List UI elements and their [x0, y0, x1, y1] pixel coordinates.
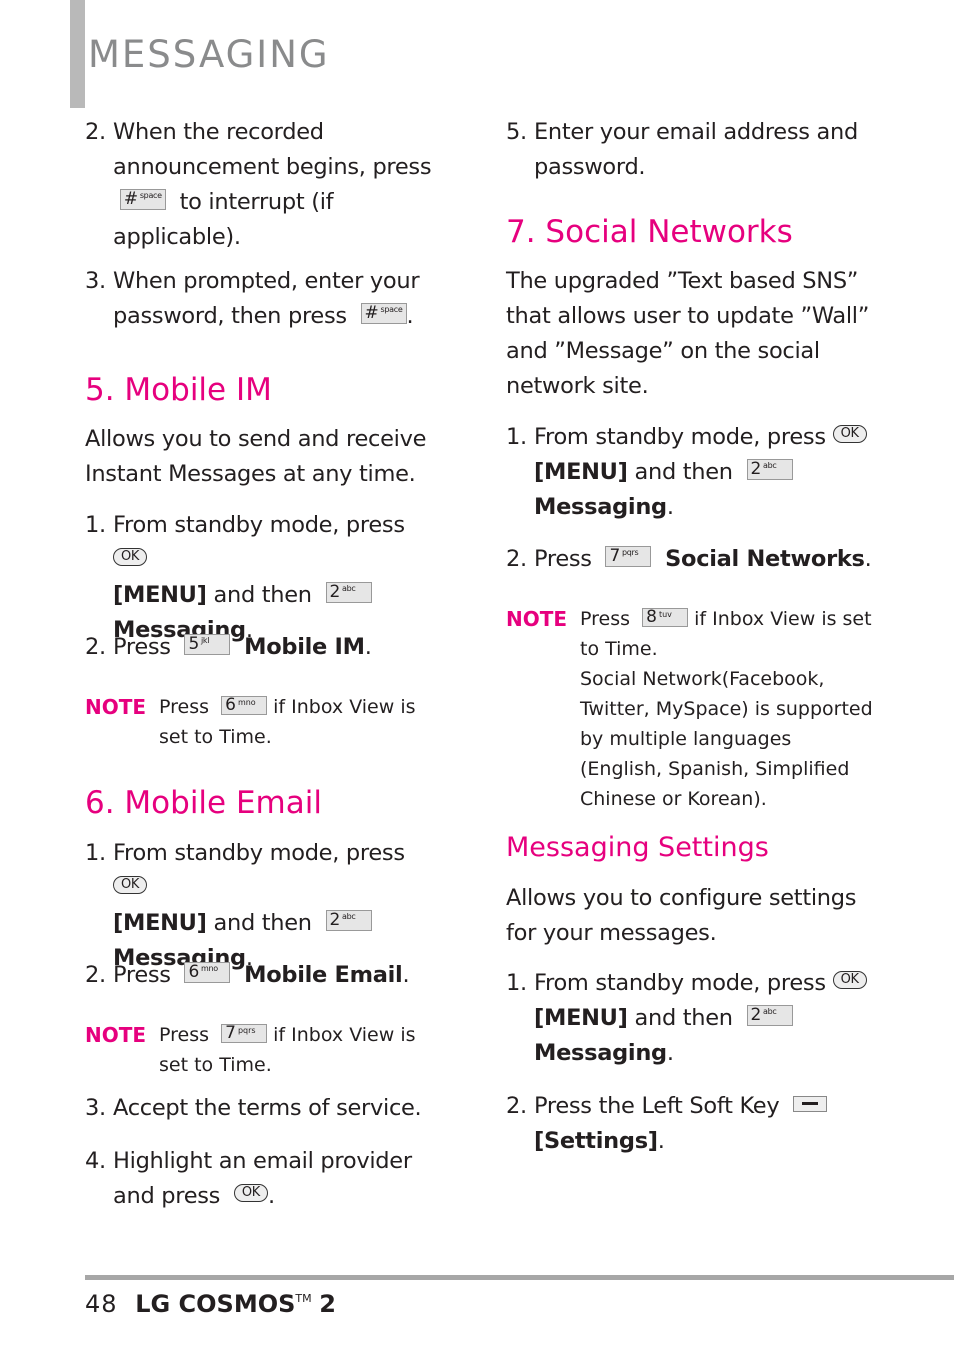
- trademark: TM: [295, 1292, 312, 1305]
- mobile-email-step-1: 1. From standby mode, press OK [MENU] an…: [85, 836, 445, 976]
- step-text: .: [406, 303, 414, 329]
- key-8-tuv-icon: 8 tuv: [642, 608, 689, 627]
- menu-label: [MENU]: [113, 910, 207, 936]
- note-text: Press: [580, 608, 631, 630]
- ok-key-icon: OK: [832, 970, 867, 989]
- model-number: 2: [319, 1290, 336, 1318]
- step-text: Enter your email address and password.: [534, 119, 858, 180]
- section-heading-social-networks: 7. Social Networks: [506, 214, 793, 250]
- key-6-mno-icon: 6 mno: [221, 696, 268, 715]
- step-text: Press: [113, 962, 171, 988]
- social-note: NOTE Press 8 tuv if Inbox View is set to …: [506, 604, 876, 814]
- note-text: Press: [159, 1024, 210, 1046]
- key-2-abc-icon: 2 abc: [325, 910, 372, 931]
- menu-label: [MENU]: [113, 582, 207, 608]
- key-5-jkl-icon: 5 jkl: [184, 634, 231, 655]
- page-title: MESSAGING: [88, 33, 330, 76]
- social-step-1: 1. From standby mode, press OK [MENU] an…: [506, 420, 876, 525]
- menu-target: Messaging: [534, 1040, 667, 1066]
- ok-key-icon: OK: [233, 1183, 268, 1202]
- step-text: From standby mode, press: [113, 512, 405, 538]
- step-text: and then: [634, 459, 734, 485]
- pound-key-icon: # space: [119, 189, 166, 210]
- pound-key-icon: # space: [360, 303, 407, 324]
- step-2-recorded-announcement: 2. When the recorded announcement begins…: [85, 115, 445, 255]
- menu-label: [MENU]: [534, 459, 628, 485]
- left-soft-key-icon: [793, 1095, 828, 1112]
- section-intro: Allows you to send and receive Instant M…: [85, 426, 427, 487]
- section-heading-mobile-im: 5. Mobile IM: [85, 372, 272, 408]
- step-text: Accept the terms of service.: [113, 1095, 422, 1121]
- section-heading-mobile-email: 6. Mobile Email: [85, 785, 322, 821]
- ok-key-icon: OK: [113, 547, 148, 566]
- step-number: 2.: [85, 962, 106, 988]
- step-number: 2.: [85, 634, 106, 660]
- mobile-im-step-1: 1. From standby mode, press OK [MENU] an…: [85, 508, 445, 648]
- social-step-2: 2. Press 7 pqrs Social Networks.: [506, 542, 876, 577]
- step-text: When the recorded announcement begins, p…: [113, 119, 432, 180]
- step-number: 5.: [506, 119, 527, 145]
- step-text: Press the Left Soft Key: [534, 1093, 780, 1119]
- settings-step-1: 1. From standby mode, press OK [MENU] an…: [506, 966, 876, 1071]
- note-target: Time: [605, 638, 652, 660]
- page-number: 48: [85, 1290, 118, 1318]
- mobile-im-note: NOTE Press 6 mno if Inbox View is set to …: [85, 692, 445, 752]
- section-intro: The upgraded ”Text based SNS” that allow…: [506, 268, 870, 399]
- key-2-abc-icon: 2 abc: [325, 582, 372, 603]
- note-text: Press: [159, 696, 210, 718]
- note-label: NOTE: [85, 695, 147, 719]
- menu-target: Social Networks: [665, 546, 865, 572]
- note-target: Time: [219, 1054, 266, 1076]
- section-heading-messaging-settings: Messaging Settings: [506, 832, 769, 863]
- step-number: 3.: [85, 268, 106, 294]
- step-text: and then: [634, 1005, 734, 1031]
- mobile-email-note: NOTE Press 7 pqrs if Inbox View is set to…: [85, 1020, 445, 1080]
- step-text: and then: [213, 910, 313, 936]
- note-target: Time: [219, 726, 266, 748]
- step-text: Press: [534, 546, 592, 572]
- mobile-email-step-4: 4. Highlight an email provider and press…: [85, 1144, 445, 1214]
- key-2-abc-icon: 2 abc: [746, 459, 793, 480]
- section-intro: Allows you to configure settings for you…: [506, 885, 857, 946]
- key-7-pqrs-icon: 7 pqrs: [221, 1024, 268, 1043]
- key-6-mno-icon: 6 mno: [184, 962, 231, 983]
- note-text: Social Network(Facebook, Twitter, MySpac…: [580, 668, 873, 810]
- step-number: 1.: [506, 970, 527, 996]
- note-label: NOTE: [85, 1023, 147, 1047]
- step-number: 1.: [85, 840, 106, 866]
- step-number: 2.: [506, 1093, 527, 1119]
- step-text: Press: [113, 634, 171, 660]
- step-number: 3.: [85, 1095, 106, 1121]
- step-number: 2.: [85, 119, 106, 145]
- step-3-enter-password: 3. When prompted, enter your password, t…: [85, 264, 445, 334]
- ok-key-icon: OK: [113, 875, 148, 894]
- ok-key-icon: OK: [832, 424, 867, 443]
- step-text: From standby mode, press: [534, 970, 826, 996]
- menu-label: [MENU]: [534, 1005, 628, 1031]
- key-7-pqrs-icon: 7 pqrs: [605, 546, 652, 567]
- step-text: From standby mode, press: [534, 424, 826, 450]
- mobile-email-step-2: 2. Press 6 mno Mobile Email.: [85, 958, 445, 993]
- key-2-abc-icon: 2 abc: [746, 1005, 793, 1026]
- mobile-email-step-3: 3. Accept the terms of service.: [85, 1091, 445, 1126]
- step-text: From standby mode, press: [113, 840, 405, 866]
- footer: 48 LG COSMOSTM 2: [85, 1290, 336, 1318]
- brand-name: LG COSMOS: [135, 1290, 296, 1318]
- menu-target: Mobile IM: [244, 634, 365, 660]
- header-accent-bar: [70, 0, 85, 108]
- mobile-email-step-5: 5. Enter your email address and password…: [506, 115, 876, 185]
- step-number: 4.: [85, 1148, 106, 1174]
- footer-rule: [85, 1275, 954, 1280]
- note-label: NOTE: [506, 607, 568, 631]
- settings-step-2: 2. Press the Left Soft Key [Settings].: [506, 1089, 876, 1159]
- menu-target: [Settings]: [534, 1128, 658, 1154]
- step-number: 1.: [506, 424, 527, 450]
- menu-target: Messaging: [534, 494, 667, 520]
- step-number: 2.: [506, 546, 527, 572]
- mobile-im-step-2: 2. Press 5 jkl Mobile IM.: [85, 630, 445, 665]
- menu-target: Mobile Email: [244, 962, 403, 988]
- step-number: 1.: [85, 512, 106, 538]
- step-text: and then: [213, 582, 313, 608]
